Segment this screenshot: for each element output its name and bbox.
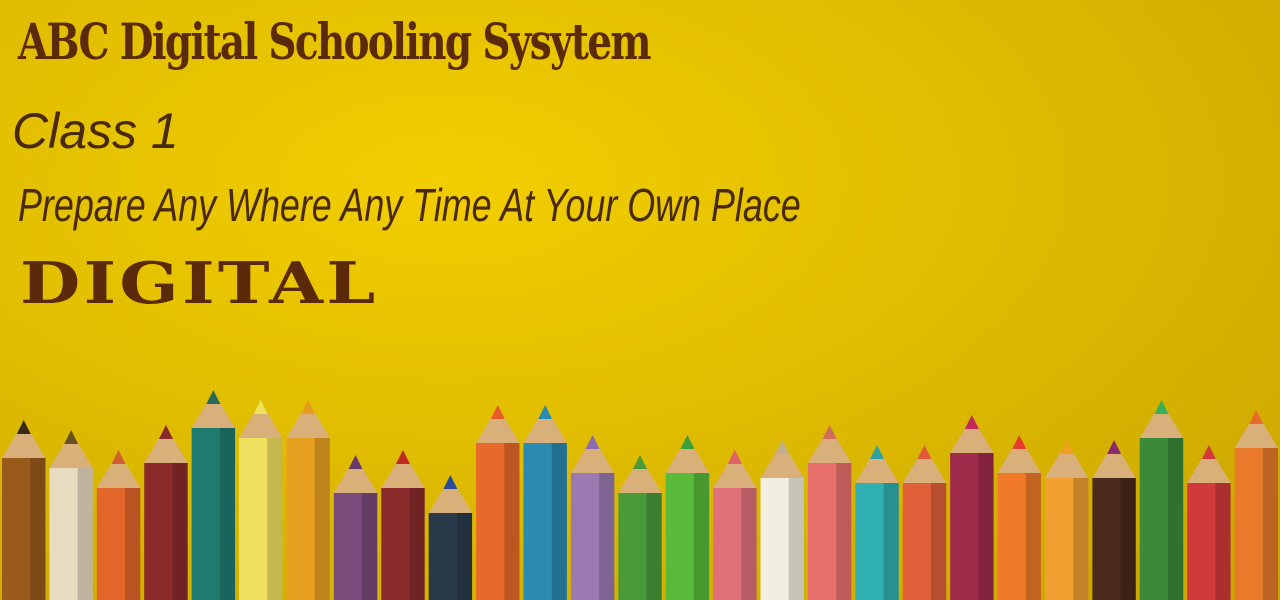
class-label: Class 1 xyxy=(12,103,179,159)
pencil xyxy=(1092,440,1136,600)
pencil xyxy=(333,455,378,600)
pencil xyxy=(428,475,473,600)
pencil xyxy=(144,425,188,600)
pencil xyxy=(618,455,662,600)
pencil xyxy=(381,450,425,600)
pencil xyxy=(570,435,615,600)
pencil xyxy=(239,400,283,600)
pencil xyxy=(523,405,567,600)
pencil xyxy=(760,440,804,600)
banner: ABC Digital Schooling Sysytem Class 1 Pr… xyxy=(0,0,1280,600)
pencil xyxy=(1044,440,1089,600)
pencil xyxy=(665,435,710,600)
pencil xyxy=(713,450,757,600)
digital-heading: DIGITAL xyxy=(20,249,379,317)
pencil xyxy=(286,400,330,600)
pencil xyxy=(997,435,1041,600)
pencil xyxy=(1187,445,1231,600)
tagline: Prepare Any Where Any Time At Your Own P… xyxy=(18,179,801,231)
pencil xyxy=(1139,400,1184,600)
banner-title: ABC Digital Schooling Sysytem xyxy=(18,12,652,71)
pencil xyxy=(855,445,899,600)
pencil xyxy=(476,405,520,600)
pencil xyxy=(191,390,236,600)
pencil xyxy=(96,450,141,600)
pencil xyxy=(49,430,93,600)
pencils-image xyxy=(2,390,1278,600)
pencil xyxy=(1234,410,1278,600)
pencil xyxy=(2,420,46,600)
pencil xyxy=(950,415,994,600)
pencil xyxy=(902,445,947,600)
pencil xyxy=(807,425,852,600)
